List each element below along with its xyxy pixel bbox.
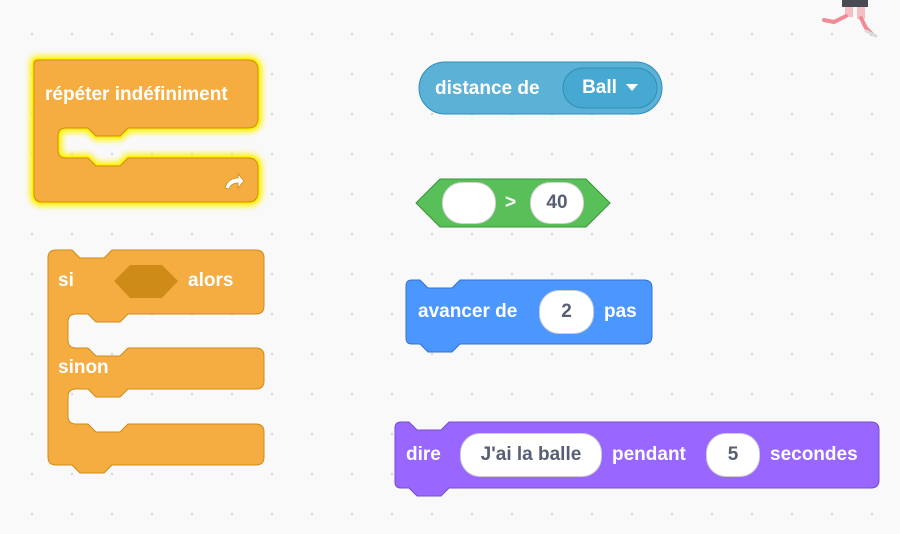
else-label: sinon (58, 357, 109, 378)
seconds-unit-label: secondes (770, 444, 858, 465)
right-operand-input[interactable]: 40 (530, 182, 584, 224)
then-label: alors (188, 270, 234, 291)
seconds-input[interactable]: 5 (706, 433, 760, 477)
message-input[interactable]: J'ai la balle (460, 433, 602, 477)
say-label: dire (406, 444, 441, 465)
sprite-dropdown[interactable]: Ball (563, 68, 657, 108)
if-label: si (58, 270, 74, 291)
for-label: pendant (612, 444, 686, 465)
greater-than-operator: > (505, 192, 517, 213)
forever-label: répéter indéfiniment (45, 84, 228, 105)
forever-block[interactable] (29, 55, 263, 207)
steps-input[interactable]: 2 (539, 290, 594, 334)
sprite-figure[interactable] (822, 0, 878, 38)
chevron-down-icon (625, 84, 638, 91)
steps-unit-label: pas (604, 301, 637, 322)
left-operand-input[interactable] (442, 182, 496, 224)
distance-label: distance de (435, 78, 540, 99)
move-label: avancer de (418, 301, 518, 322)
dropdown-value: Ball (582, 77, 617, 98)
